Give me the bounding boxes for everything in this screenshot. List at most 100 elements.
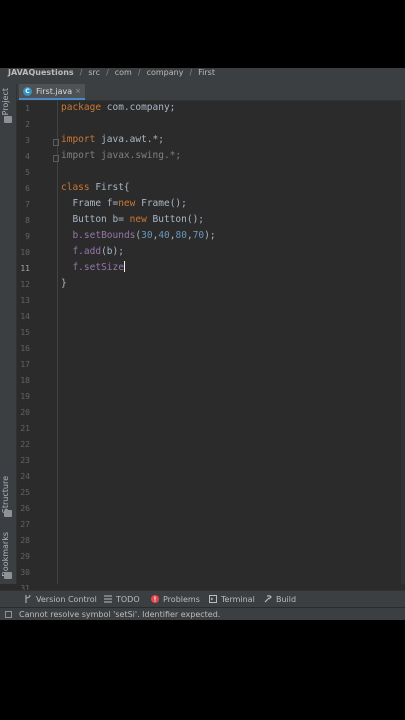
tab-label: First.java (36, 87, 73, 96)
line-number: 15 (20, 328, 30, 337)
terminal-button[interactable]: Terminal (209, 595, 255, 604)
code-line-10: f.add(b); (61, 245, 124, 259)
ide-window: JAVAQuestions / src / com / company / First Proj… (0, 68, 405, 620)
keyword: new (129, 214, 147, 225)
bookmark-icon[interactable] (4, 572, 12, 579)
number-literal: 80 (175, 230, 187, 241)
breadcrumb-src[interactable]: src (88, 68, 100, 78)
folder-icon[interactable] (4, 116, 12, 123)
line-number: 22 (20, 440, 30, 449)
line-number: 12 (20, 280, 30, 289)
field-ref: f. (72, 262, 84, 273)
version-control-button[interactable]: Version Control (24, 594, 97, 604)
code-line-6: class First{ (61, 181, 130, 195)
status-bar: Cannot resolve symbol 'setSi'. Identifie… (0, 607, 405, 620)
code-text: ); (204, 230, 216, 241)
breadcrumb: JAVAQuestions / src / com / company / First (0, 68, 405, 84)
code-text: Button b= (61, 214, 130, 225)
method-call: add (83, 246, 102, 257)
list-icon (104, 595, 112, 603)
version-control-label: Version Control (36, 595, 97, 604)
keyword: import (61, 134, 96, 145)
fold-marker-icon[interactable] (53, 139, 59, 146)
bottom-tool-bar: Version Control TODO Problems Terminal B… (0, 590, 405, 608)
line-number: 28 (20, 536, 30, 545)
problems-label: Problems (163, 595, 200, 604)
code-line-11: f.setSize (61, 261, 125, 275)
right-scroll-strip[interactable] (401, 101, 405, 584)
keyword: new (118, 198, 136, 209)
line-number: 13 (20, 296, 30, 305)
line-number: 30 (20, 568, 30, 577)
line-number: 7 (25, 200, 30, 209)
tab-first-java[interactable]: C First.java × (19, 84, 85, 100)
breadcrumb-separator: / (137, 68, 141, 77)
line-number: 1 (25, 104, 30, 113)
line-number: 10 (20, 248, 30, 257)
breadcrumb-company[interactable]: company (147, 68, 184, 78)
code-editor[interactable]: 1 2 3 4 5 6 7 8 9 10 11 12 13 14 15 16 1… (17, 101, 405, 593)
line-number: 26 (20, 504, 30, 513)
line-number: 23 (20, 456, 30, 465)
import-path: java.awt.*; (95, 134, 164, 145)
field-ref: f. (72, 246, 84, 257)
line-number: 8 (25, 216, 30, 225)
todo-button[interactable]: TODO (104, 595, 140, 604)
number-literal: 30 (141, 230, 153, 241)
class-icon: C (23, 87, 32, 96)
line-number: 18 (20, 376, 30, 385)
code-text: Frame(); (135, 198, 187, 209)
close-icon[interactable]: × (75, 87, 81, 95)
keyword: class (61, 182, 90, 193)
left-tool-strip: Project Structure Bookmarks (0, 84, 17, 584)
line-number: 9 (25, 232, 30, 241)
breadcrumb-separator: / (79, 68, 83, 77)
error-icon (151, 595, 159, 603)
line-number: 19 (20, 392, 30, 401)
method-call: setBounds (83, 230, 136, 241)
bookmarks-tool-tab[interactable]: Bookmarks (1, 532, 10, 577)
line-number-current: 11 (20, 264, 30, 273)
build-label: Build (276, 595, 297, 604)
line-number: 20 (20, 408, 30, 417)
breadcrumb-com[interactable]: com (115, 68, 132, 78)
class-declaration: First{ (89, 182, 130, 193)
line-number: 25 (20, 488, 30, 497)
line-number: 6 (25, 184, 30, 193)
line-number: 21 (20, 424, 30, 433)
line-number: 2 (25, 120, 30, 129)
code-line-3: import java.awt.*; (61, 133, 164, 147)
structure-icon[interactable] (4, 510, 12, 517)
line-number: 4 (25, 152, 30, 161)
hammer-icon (264, 595, 272, 603)
code-line-7: Frame f=new Frame(); (61, 197, 187, 211)
field-ref: b. (72, 230, 84, 241)
structure-tool-tab[interactable]: Structure (1, 476, 10, 513)
line-number: 5 (25, 168, 30, 177)
todo-label: TODO (116, 595, 140, 604)
code-area[interactable]: package com.company; import java.awt.*; … (61, 101, 401, 584)
breadcrumb-project[interactable]: JAVAQuestions (8, 68, 74, 78)
code-line-4-unused-import: import javax.swing.*; (61, 150, 182, 161)
terminal-icon (209, 595, 217, 603)
branch-icon (24, 594, 32, 603)
breadcrumb-class[interactable]: First (198, 68, 215, 78)
problems-button[interactable]: Problems (151, 595, 200, 604)
terminal-label: Terminal (221, 595, 255, 604)
code-line-12: } (61, 278, 67, 289)
build-button[interactable]: Build (264, 595, 296, 604)
fold-marker-icon[interactable] (53, 155, 59, 162)
code-text: Frame f= (61, 198, 119, 209)
breadcrumb-separator: / (189, 68, 193, 77)
window-icon[interactable] (5, 611, 12, 618)
package-name: com.company; (101, 102, 176, 113)
line-number: 27 (20, 520, 30, 529)
keyword: package (61, 102, 102, 113)
project-tool-tab[interactable]: Project (1, 88, 10, 115)
line-number: 14 (20, 312, 30, 321)
code-line-8: Button b= new Button(); (61, 213, 204, 227)
method-call-partial: setSize (83, 262, 124, 273)
